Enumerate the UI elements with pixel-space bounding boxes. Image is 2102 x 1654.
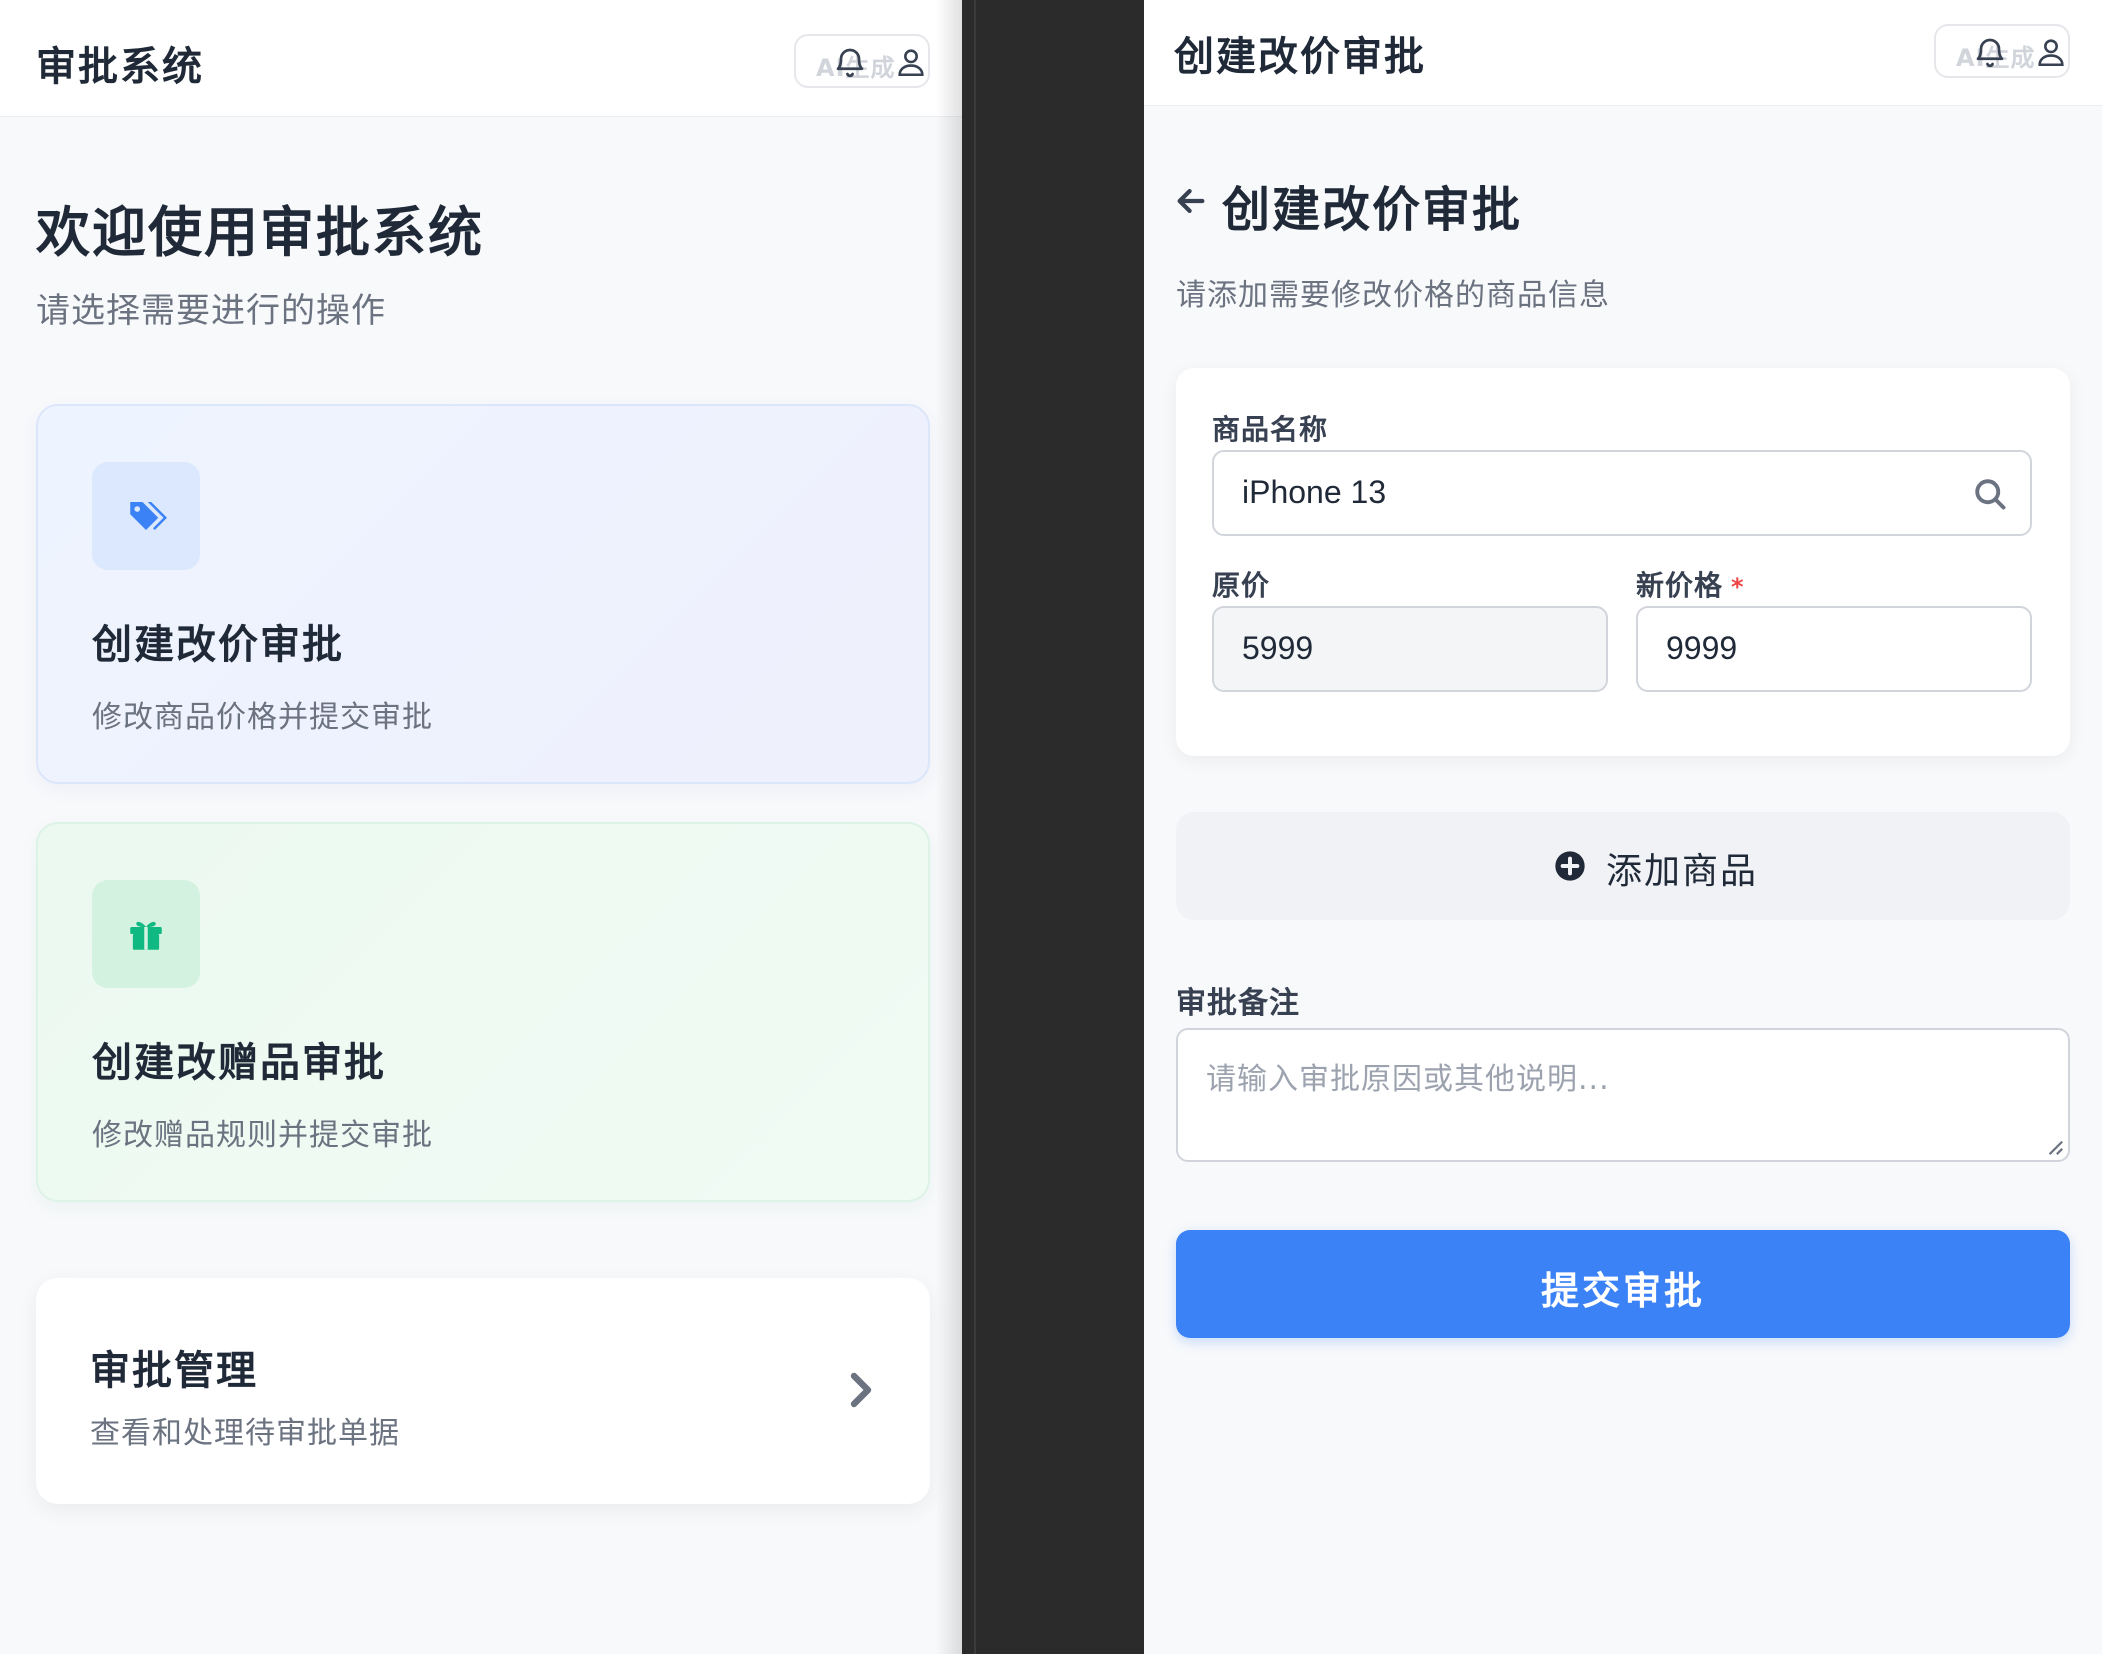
new-price-label-text: 新价格 (1636, 569, 1724, 602)
page-title: 创建改价审批 (1222, 182, 1523, 238)
top-bar: 审批系统 AI生成 (0, 0, 962, 117)
card-description: 修改赠品规则并提交审批 (92, 1118, 433, 1153)
add-product-label: 添加商品 (1606, 851, 1759, 892)
product-name-label: 商品名称 (1212, 413, 1329, 446)
welcome-title: 欢迎使用审批系统 (36, 201, 484, 264)
required-mark: * (1731, 573, 1745, 601)
card-title: 创建改赠品审批 (92, 1040, 386, 1086)
bell-icon[interactable] (832, 44, 868, 80)
user-icon[interactable] (2034, 34, 2068, 70)
remark-placeholder: 请输入审批原因或其他说明... (1206, 1062, 1610, 1097)
header-actions: AI生成 (794, 34, 930, 88)
plus-circle-icon (1555, 851, 1585, 881)
create-gift-approval-card[interactable]: 创建改赠品审批 修改赠品规则并提交审批 (36, 822, 930, 1202)
submit-label: 提交审批 (1540, 1269, 1705, 1313)
app-title: 审批系统 (36, 44, 204, 90)
remark-textarea[interactable]: 请输入审批原因或其他说明... (1176, 1028, 2070, 1162)
edge-shadow (936, 0, 962, 1654)
add-product-button[interactable]: 添加商品 (1176, 812, 2070, 920)
top-bar: 创建改价审批 AI生成 (1144, 0, 2102, 106)
manage-description: 查看和处理待审批单据 (90, 1416, 400, 1451)
remark-label: 审批备注 (1176, 986, 1300, 1021)
submit-approval-button[interactable]: 提交审批 (1176, 1230, 2070, 1338)
card-icon-container (92, 462, 200, 570)
card-title: 创建改价审批 (92, 622, 344, 668)
bell-icon[interactable] (1972, 34, 2008, 70)
welcome-subtitle: 请选择需要进行的操作 (36, 291, 386, 331)
page-subtitle: 请添加需要修改价格的商品信息 (1176, 278, 1610, 313)
card-icon-container (92, 880, 200, 988)
create-price-approval-screen: 创建改价审批 AI生成 创建改价审批 请添加需要修改价格的商品信息 商品名称 i… (1144, 0, 2102, 1654)
back-arrow-icon[interactable] (1174, 184, 1208, 218)
new-price-input[interactable]: 9999 (1636, 606, 2032, 692)
app-title: 创建改价审批 (1174, 34, 1426, 80)
user-icon[interactable] (894, 44, 928, 80)
product-name-input[interactable]: iPhone 13 (1212, 450, 2032, 536)
chevron-right-icon (850, 1372, 872, 1408)
tags-icon (130, 502, 167, 530)
original-price-value: 5999 (1242, 630, 1314, 666)
create-price-approval-card[interactable]: 创建改价审批 修改商品价格并提交审批 (36, 404, 930, 784)
search-icon[interactable] (1972, 476, 2008, 512)
home-screen: 审批系统 AI生成 欢迎使用审批系统 请选择需要进行的操作 创建改价审批 修改商… (0, 0, 962, 1654)
original-price-label: 原价 (1212, 569, 1271, 602)
original-price-field: 5999 (1212, 606, 1608, 692)
product-item-card: 商品名称 iPhone 13 原价 5999 新价格 * 9999 (1176, 368, 2070, 756)
new-price-value: 9999 (1666, 630, 1738, 666)
card-description: 修改商品价格并提交审批 (92, 700, 433, 735)
header-actions: AI生成 (1934, 24, 2070, 78)
approval-management-card[interactable]: 审批管理 查看和处理待审批单据 (36, 1278, 930, 1504)
resize-grip-icon[interactable] (2046, 1138, 2064, 1156)
divider-line (974, 0, 976, 1654)
new-price-label: 新价格 * (1636, 564, 1745, 604)
product-name-value: iPhone 13 (1242, 474, 1387, 510)
screen-divider (962, 0, 1144, 1654)
gift-icon (130, 921, 162, 950)
manage-title: 审批管理 (90, 1348, 258, 1394)
